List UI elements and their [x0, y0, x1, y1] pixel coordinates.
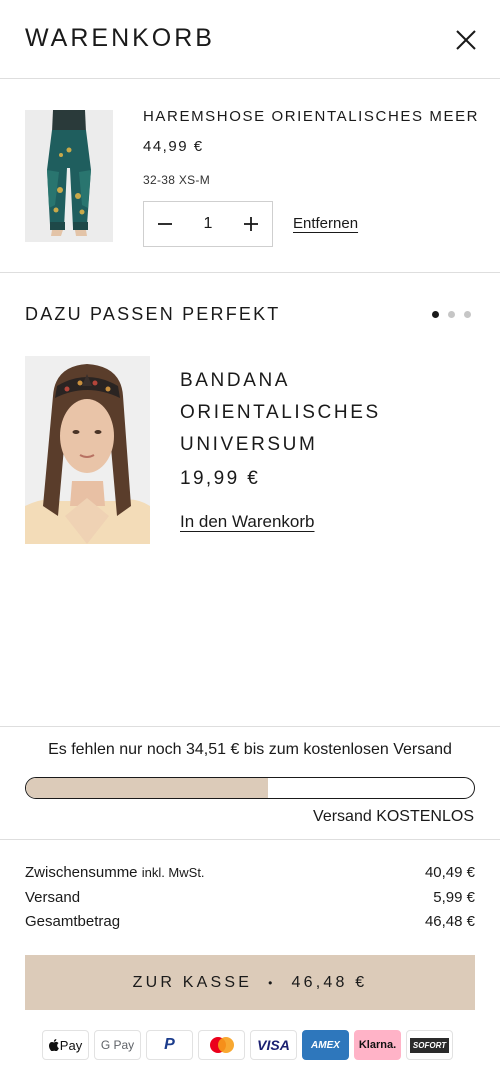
sofort-icon: SOFORT: [406, 1030, 453, 1060]
sofort-label: SOFORT: [409, 1037, 450, 1053]
product-name-link[interactable]: HAREMSHOSE ORIENTALISCHES MEER: [143, 108, 479, 125]
carousel-dot-1[interactable]: [432, 311, 439, 318]
apple-pay-icon: Pay: [42, 1030, 89, 1060]
checkout-separator: •: [268, 975, 276, 990]
google-pay-icon: G Pay: [94, 1030, 141, 1060]
increase-quantity-button[interactable]: [230, 202, 272, 246]
product-image[interactable]: [25, 110, 113, 242]
amex-icon: AMEX: [302, 1030, 349, 1060]
cart-header: WARENKORB: [0, 0, 500, 79]
shipping-progress-bar: [25, 777, 475, 799]
paypal-label: P: [164, 1036, 175, 1053]
grand-total-label: Gesamtbetrag: [25, 913, 121, 930]
upsell-product-name-link[interactable]: BANDANA ORIENTALISCHES UNIVERSUM: [180, 365, 380, 461]
order-totals: Zwischensumme inkl. MwSt. 40,49 € Versan…: [25, 862, 475, 936]
apple-pay-label: Pay: [59, 1037, 83, 1053]
klarna-icon: Klarna.: [354, 1030, 401, 1060]
visa-label: VISA: [257, 1037, 290, 1053]
remove-item-link[interactable]: Entfernen: [293, 215, 358, 232]
quantity-stepper: 1: [143, 201, 273, 247]
payment-methods: Pay G Pay P VISA AMEX Klarna. SOFORT: [42, 1030, 458, 1060]
close-icon: [456, 30, 476, 50]
quantity-value[interactable]: 1: [186, 215, 230, 233]
shipping-progress-fill: [26, 778, 268, 798]
decrease-quantity-button[interactable]: [144, 202, 186, 246]
subtotal-value: 40,49 €: [424, 864, 475, 881]
subtotal-label-group: Zwischensumme inkl. MwSt.: [25, 862, 205, 887]
shipping-label: Versand: [25, 888, 81, 906]
close-button[interactable]: [452, 26, 480, 54]
cart-line-item: HAREMSHOSE ORIENTALISCHES MEER 44,99 € 3…: [0, 80, 500, 273]
shipping-row: Versand 5,99 €: [25, 887, 475, 912]
add-to-cart-link[interactable]: In den Warenkorb: [180, 512, 315, 532]
carousel-dots: [432, 311, 471, 318]
upsell-heading: DAZU PASSEN PERFEKT: [25, 304, 281, 324]
minus-icon: [158, 223, 172, 225]
subtotal-tax-note: inkl. MwSt.: [141, 865, 205, 880]
mastercard-icon: [198, 1030, 245, 1060]
amex-label: AMEX: [311, 1039, 340, 1051]
shipping-value: 5,99 €: [433, 888, 475, 906]
upsell-product-price: 19,99 €: [180, 468, 261, 489]
carousel-dot-2[interactable]: [448, 311, 455, 318]
klarna-label: Klarna.: [358, 1039, 397, 1051]
carousel-dot-3[interactable]: [464, 311, 471, 318]
checkout-label: ZUR KASSE: [132, 973, 253, 991]
free-shipping-label: Versand KOSTENLOS: [313, 808, 474, 825]
grand-total-value: 46,48 €: [424, 913, 475, 930]
grand-total-row: Gesamtbetrag 46,48 €: [25, 911, 475, 936]
subtotal-row: Zwischensumme inkl. MwSt. 40,49 €: [25, 862, 475, 887]
paypal-icon: P: [146, 1030, 193, 1060]
checkout-amount: 46,48 €: [291, 973, 368, 991]
visa-icon: VISA: [250, 1030, 297, 1060]
google-pay-label: G Pay: [100, 1038, 135, 1052]
cart-title: WARENKORB: [25, 24, 215, 52]
free-shipping-progress: Es fehlen nur noch 34,51 € bis zum koste…: [0, 726, 500, 840]
upsell-product-image[interactable]: [25, 356, 150, 544]
checkout-button[interactable]: ZUR KASSE • 46,48 €: [25, 955, 475, 1010]
product-variant: 32-38 XS-M: [143, 173, 211, 187]
shipping-remaining-message: Es fehlen nur noch 34,51 € bis zum koste…: [48, 741, 452, 758]
subtotal-label: Zwischensumme: [25, 864, 138, 881]
plus-icon: [244, 217, 258, 231]
product-price: 44,99 €: [143, 138, 204, 155]
